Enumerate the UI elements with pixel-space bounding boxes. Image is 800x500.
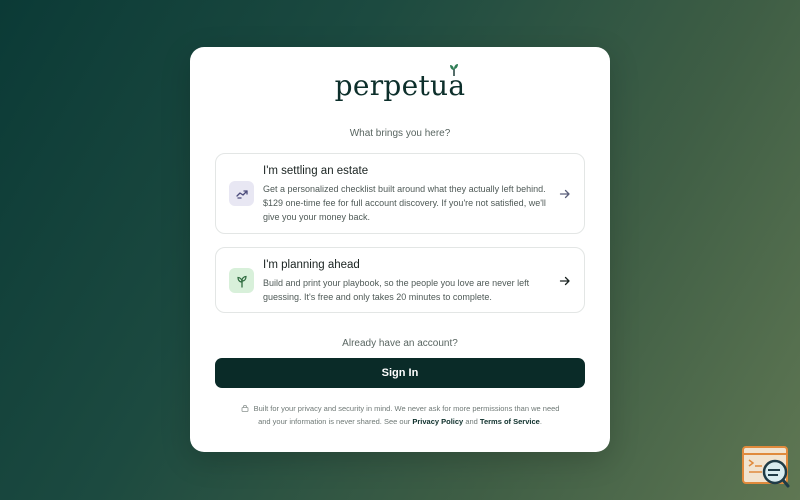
option-title: I'm settling an estate: [263, 165, 369, 177]
brand-logo: perpetua: [190, 64, 610, 102]
privacy-footer: Built for your privacy and security in m…: [235, 403, 565, 428]
logo-text: perpetua: [334, 69, 466, 102]
privacy-policy-link[interactable]: Privacy Policy: [412, 417, 463, 426]
and-text: and: [465, 416, 478, 426]
option-planning-ahead[interactable]: I'm planning ahead Build and print your …: [215, 247, 585, 313]
period-text: .: [539, 416, 542, 426]
sprout-logo-icon: [450, 64, 459, 76]
option-title: I'm planning ahead: [263, 259, 360, 271]
handshake-icon: [229, 181, 254, 206]
account-prompt: Already have an account?: [342, 338, 458, 349]
arrow-right-icon: [559, 189, 570, 199]
onboarding-card: perpetua What brings you here? I'm settl…: [190, 47, 610, 452]
sprout-icon: [229, 268, 254, 293]
question-text: What brings you here?: [349, 128, 451, 139]
lock-icon: [241, 405, 248, 412]
option-settling-estate[interactable]: I'm settling an estate Get a personalize…: [215, 153, 585, 234]
browser-inspector-icon[interactable]: [742, 446, 790, 488]
arrow-right-icon: [559, 276, 570, 286]
sign-in-button[interactable]: Sign In: [215, 358, 585, 388]
option-description: Build and print your playbook, so the pe…: [263, 278, 530, 302]
terms-of-service-link[interactable]: Terms of Service: [480, 417, 540, 426]
option-description: Get a personalized checklist built aroun…: [263, 184, 546, 222]
